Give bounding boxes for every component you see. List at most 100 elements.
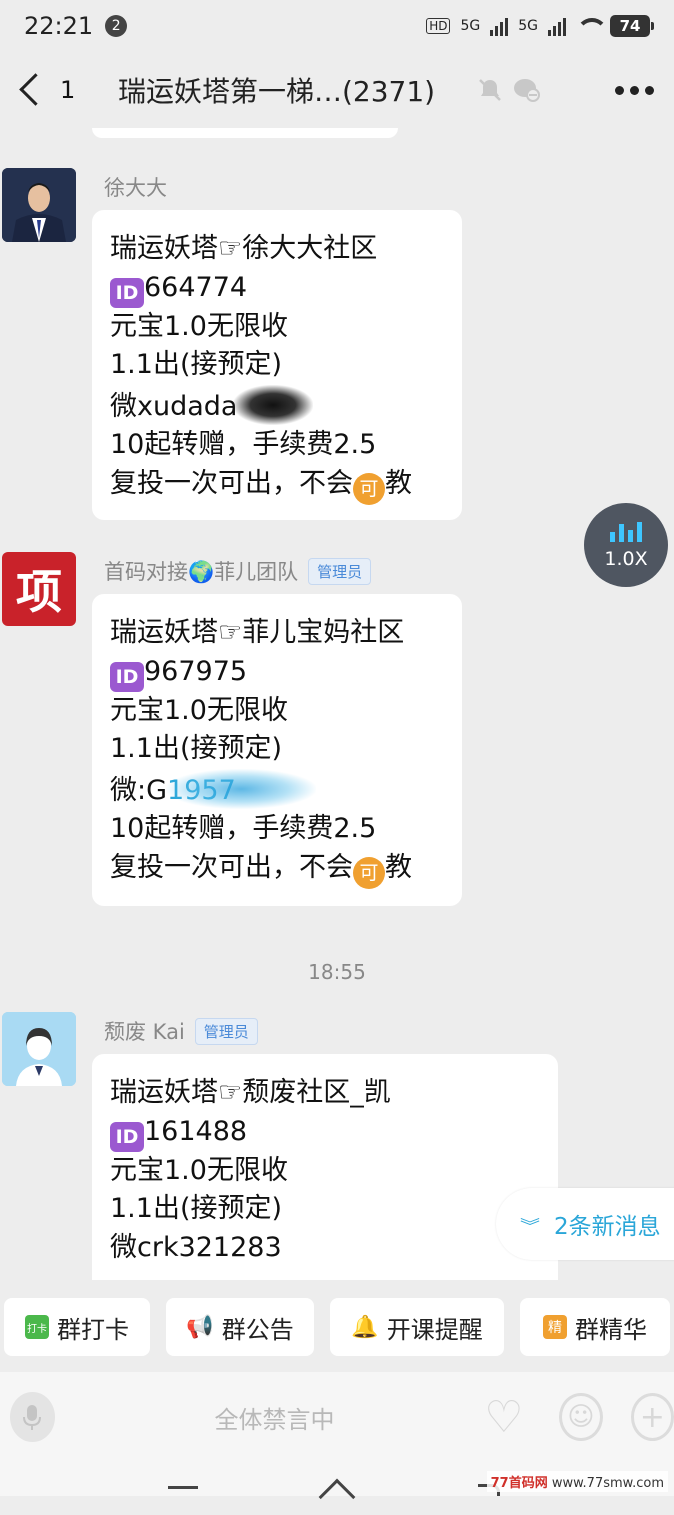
message-line-last: 复投一次可出，不会可教 (110, 465, 444, 505)
watermark-url: www.77smw.com (551, 1476, 664, 1491)
more-options-icon[interactable] (615, 85, 654, 95)
speed-label: 1.0X (604, 548, 648, 570)
group-id: 664774 (144, 271, 248, 303)
message-line: 元宝1.0无限收 (110, 310, 288, 342)
status-bar: 22:21 2 HD 5G 5G 74 (0, 0, 674, 52)
message-bubble[interactable]: 瑞运妖塔☞颓废社区_凯 ID 161488 元宝1.0无限收 1.1出(接预定) … (92, 1054, 558, 1280)
quick-action-label: 群精华 (575, 1315, 647, 1344)
redaction-scribble (165, 768, 316, 809)
group-id: 161488 (144, 1115, 248, 1147)
plus-icon: + (630, 1393, 674, 1441)
all-muted-notice: 全体禁言中 (214, 1405, 335, 1434)
message-line-wechat: 微:G1957 (110, 768, 444, 811)
double-chevron-down-icon: ︾ (520, 1215, 540, 1235)
sender-name: 颓废 Kai 管理员 (104, 1016, 258, 1046)
nav-home-icon[interactable] (318, 1478, 356, 1515)
sender-name: 首码对接🌍菲儿团队 管理员 (104, 556, 372, 586)
admin-badge: 管理员 (194, 1017, 258, 1045)
message-line: 1.1出(接预定) (110, 349, 283, 380)
message-line: 瑞运妖塔☞菲儿宝妈社区 (110, 617, 405, 648)
signal-bars-icon-2 (548, 16, 566, 36)
message-bubble[interactable]: 瑞运妖塔☞徐大大社区 ID 664774 元宝1.0无限收 1.1出(接预定) 微… (92, 210, 462, 520)
message-line: 元宝1.0无限收 (110, 1154, 288, 1186)
redaction-scribble (233, 384, 314, 425)
site-watermark: 77首码网 www.77smw.com (486, 1471, 668, 1492)
message-line: 10起转赠，手续费2.5 (110, 813, 377, 844)
message-line: 瑞运妖塔☞颓废社区_凯 (110, 1077, 391, 1108)
nav-menu-icon[interactable] (168, 1486, 198, 1489)
ke-emoji-icon: 可 (353, 472, 385, 505)
class-reminder-button[interactable]: 🔔 开课提醒 (330, 1298, 504, 1356)
sender-name-text: 首码对接🌍菲儿团队 (104, 560, 299, 584)
sender-name-text: 颓废 Kai (104, 1020, 185, 1044)
id-icon: ID (110, 661, 144, 692)
back-icon[interactable] (12, 70, 52, 110)
calendar-checkin-icon: 打卡 (25, 1315, 49, 1339)
previous-message-bubble (92, 128, 398, 138)
id-icon: ID (110, 277, 144, 308)
quick-action-label: 群公告 (221, 1315, 294, 1344)
status-icons: HD 5G 5G 74 (426, 15, 654, 37)
network-5g-label-1: 5G (460, 18, 481, 34)
group-quick-actions: 打卡 群打卡 📢 群公告 🔔 开课提醒 精 群精华 (0, 1288, 674, 1366)
hd-label: HD (426, 18, 451, 34)
group-announcement-button[interactable]: 📢 群公告 (166, 1298, 314, 1356)
line-text-end: 教 (385, 851, 412, 883)
chat-message-list[interactable]: 徐大大 瑞运妖塔☞徐大大社区 ID 664774 元宝1.0无限收 1.1出(接预… (0, 128, 674, 1280)
unread-count[interactable]: 1 (60, 76, 110, 104)
new-messages-button[interactable]: ︾ 2条新消息 (496, 1188, 674, 1260)
essence-icon: 精 (543, 1315, 567, 1339)
quick-action-label: 群打卡 (57, 1315, 129, 1344)
megaphone-icon: 📢 (186, 1314, 214, 1340)
avatar-xudada[interactable] (2, 168, 76, 242)
network-5g-label-2: 5G (518, 18, 538, 34)
quick-action-label: 开课提醒 (386, 1315, 483, 1344)
chat-muted-icon (512, 76, 540, 104)
message-line-last: 复投一次可出，不会可教 (110, 849, 444, 889)
line-text: 复投一次可出，不会 (110, 467, 353, 499)
message-line-id: ID 664774 (110, 269, 444, 308)
chat-header: 1 瑞运妖塔第一梯…(2371) (0, 52, 674, 128)
wechat-prefix: 微:G (110, 774, 168, 806)
playback-speed-button[interactable]: 1.0X (584, 503, 668, 587)
line-text: 复投一次可出，不会 (110, 851, 353, 883)
message-bubble[interactable]: 瑞运妖塔☞菲儿宝妈社区 ID 967975 元宝1.0无限收 1.1出(接预定) … (92, 594, 462, 906)
heart-icon: ♡ (484, 1391, 524, 1443)
message-line: 1.1出(接预定) (110, 733, 283, 764)
id-icon: ID (110, 1121, 144, 1152)
mute-bell-icon (476, 76, 504, 104)
microphone-icon (10, 1392, 55, 1442)
message-line: 元宝1.0无限收 (110, 694, 288, 726)
message-line-id: ID 967975 (110, 653, 444, 692)
audio-bars-icon (610, 520, 642, 542)
battery-icon: 74 (610, 15, 654, 37)
ke-emoji-icon: 可 (353, 856, 385, 889)
watermark-brand: 77首码网 (490, 1476, 548, 1491)
status-time: 22:21 (24, 12, 94, 40)
avatar-feier-team[interactable]: 项 (2, 552, 76, 626)
avatar-kai[interactable] (2, 1012, 76, 1086)
sender-name: 徐大大 (104, 172, 167, 202)
message-line: 1.1出(接预定) (110, 1193, 283, 1224)
signal-bars-icon-1 (490, 16, 509, 36)
sender-name-text: 徐大大 (104, 176, 167, 200)
chat-title[interactable]: 瑞运妖塔第一梯…(2371) (118, 70, 468, 110)
input-bar: 全体禁言中 ♡ ☺ + (0, 1372, 674, 1462)
group-essence-button[interactable]: 精 群精华 (520, 1298, 670, 1356)
message-line-id: ID 161488 (110, 1113, 540, 1152)
wechat-id: 微xudada (110, 390, 238, 422)
message-line-wechat: 微xudada (110, 384, 444, 427)
message-line: 微crk321283 (110, 1231, 282, 1263)
bell-icon: 🔔 (351, 1314, 379, 1340)
group-checkin-button[interactable]: 打卡 群打卡 (4, 1298, 150, 1356)
emoji-icon: ☺ (559, 1393, 603, 1441)
message-timestamp: 18:55 (308, 960, 366, 984)
new-messages-label: 2条新消息 (554, 1214, 661, 1240)
system-nav-bar: 77首码网 www.77smw.com (0, 1462, 674, 1515)
notification-count-badge: 2 (105, 15, 128, 37)
wifi-icon (576, 16, 608, 36)
message-line: 瑞运妖塔☞徐大大社区 (110, 233, 378, 264)
admin-badge: 管理员 (308, 557, 372, 585)
message-line: 10起转赠，手续费2.5 (110, 429, 377, 460)
group-id: 967975 (144, 655, 248, 687)
